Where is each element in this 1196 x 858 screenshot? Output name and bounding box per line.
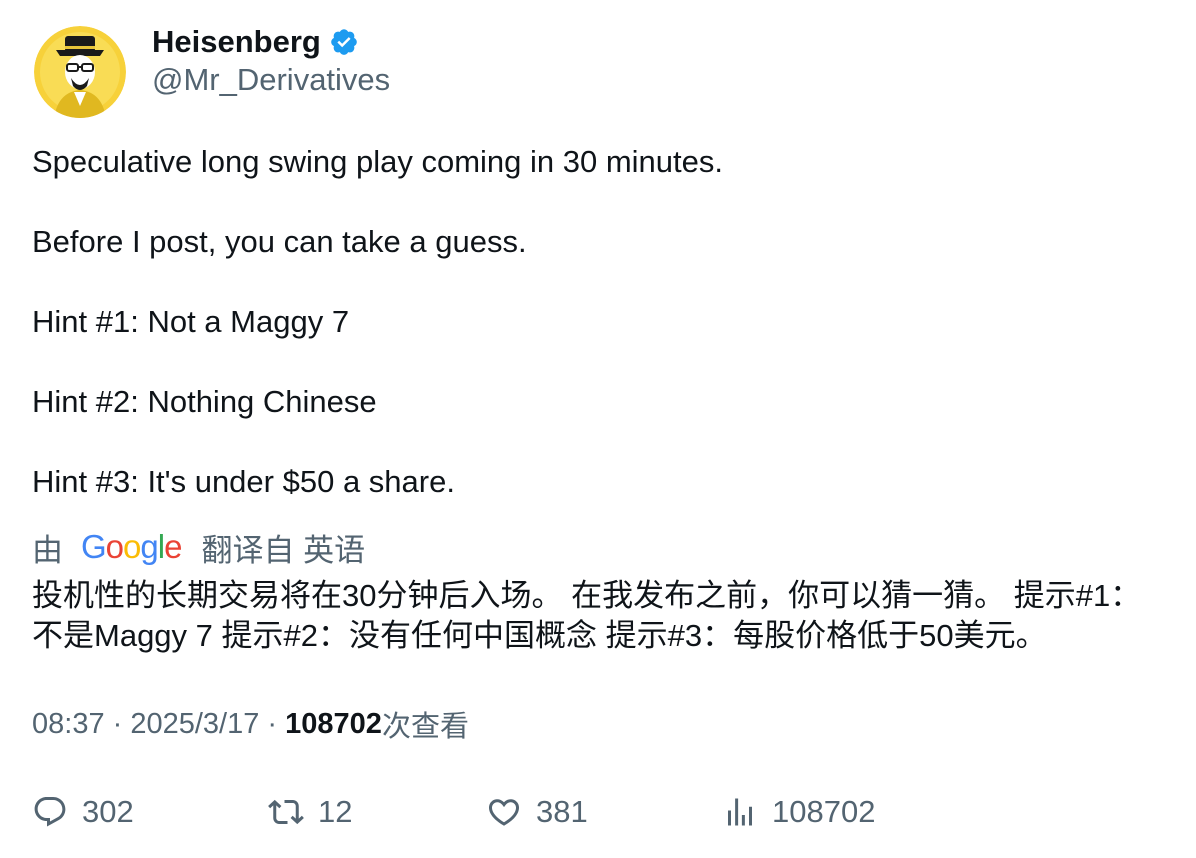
retweet-count: 12 [318,794,353,829]
translation-attribution[interactable]: 由 Google 翻译自 英语 [32,526,365,568]
views-button[interactable]: 108702 [722,792,875,832]
reply-button[interactable]: 302 [32,792,134,832]
author-name-link[interactable]: Heisenberg [152,22,359,62]
retweet-icon [268,799,304,825]
tweet-card: Heisenberg @Mr_Derivatives Speculative l… [0,0,1196,858]
translated-text: 投机性的长期交易将在30分钟后入场。 在我发布之前，你可以猜一猜。 提示#1：不… [32,578,1142,653]
author-handle[interactable]: @Mr_Derivatives [152,62,390,98]
retweet-button[interactable]: 12 [268,792,352,832]
meta-separator: · [104,707,131,740]
tweet-text-line-3: Hint #1: Not a Maggy 7 [32,304,350,339]
tweet-text-line-4: Hint #2: Nothing Chinese [32,384,377,419]
tweet-date[interactable]: 2025/3/17 [130,708,259,741]
tweet-meta: 08:37 · 2025/3/17 · 108702 次查看 [32,704,469,744]
author-display-name: Heisenberg [152,24,321,59]
meta-separator: · [259,707,286,740]
translation-suffix: 翻译自 英语 [201,532,366,568]
views-label: 次查看 [381,711,469,743]
tweet-text-line-5: Hint #3: It's under $50 a share. [32,464,455,499]
like-count: 381 [536,794,588,829]
verified-badge-icon [331,29,357,55]
google-logo: Google [81,528,182,565]
analytics-icon [728,798,752,826]
heisenberg-avatar-icon [34,26,126,118]
reply-count: 302 [82,794,134,829]
avatar[interactable] [34,26,126,118]
tweet-text-line-2: Before I post, you can take a guess. [32,224,527,259]
reply-icon [34,797,66,827]
tweet-time[interactable]: 08:37 [32,708,105,741]
heart-icon [488,799,520,826]
views-count: 108702 [285,707,382,740]
views-action-count: 108702 [772,794,876,829]
tweet-text-line-1: Speculative long swing play coming in 30… [32,144,723,179]
like-button[interactable]: 381 [486,792,588,832]
translation-prefix: 由 [32,532,63,568]
